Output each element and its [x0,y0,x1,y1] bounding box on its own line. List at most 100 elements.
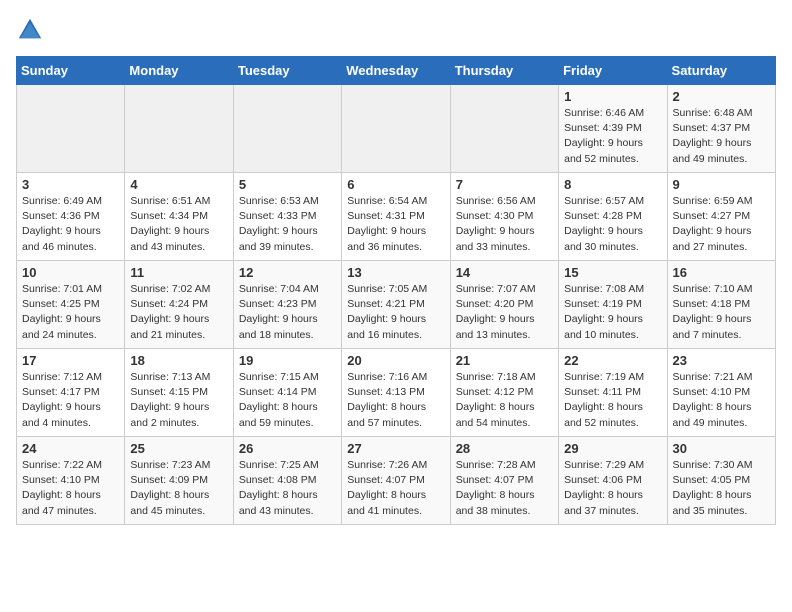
calendar-cell: 6 Sunrise: 6:54 AM Sunset: 4:31 PM Daylig… [342,173,450,261]
header [16,16,776,44]
calendar-cell: 27 Sunrise: 7:26 AM Sunset: 4:07 PM Dayli… [342,437,450,525]
calendar-cell: 5Sunrise: 6:53 AM Sunset: 4:33 PM Daylig… [233,173,341,261]
day-number: 15 [564,265,661,280]
calendar-cell: 18 Sunrise: 7:13 AM Sunset: 4:15 PM Dayli… [125,349,233,437]
calendar-cell [342,85,450,173]
day-info: Sunrise: 7:13 AM Sunset: 4:15 PM Dayligh… [130,370,227,431]
day-number: 30 [673,441,770,456]
day-info: Sunrise: 7:19 AM Sunset: 4:11 PM Dayligh… [564,370,661,431]
calendar-cell: 22 Sunrise: 7:19 AM Sunset: 4:11 PM Dayli… [559,349,667,437]
day-info: Sunrise: 6:59 AM Sunset: 4:27 PM Dayligh… [673,194,770,255]
day-info: Sunrise: 7:18 AM Sunset: 4:12 PM Dayligh… [456,370,553,431]
day-number: 24 [22,441,119,456]
day-number: 20 [347,353,444,368]
calendar-cell: 19Sunrise: 7:15 AM Sunset: 4:14 PM Dayli… [233,349,341,437]
day-number: 9 [673,177,770,192]
calendar-cell: 8 Sunrise: 6:57 AM Sunset: 4:28 PM Daylig… [559,173,667,261]
day-info: Sunrise: 6:46 AM Sunset: 4:39 PM Dayligh… [564,106,661,167]
day-info: Sunrise: 6:57 AM Sunset: 4:28 PM Dayligh… [564,194,661,255]
calendar-cell [17,85,125,173]
logo [16,16,48,44]
calendar-cell: 24 Sunrise: 7:22 AM Sunset: 4:10 PM Dayli… [17,437,125,525]
calendar-cell: 25 Sunrise: 7:23 AM Sunset: 4:09 PM Dayli… [125,437,233,525]
weekday-header-sunday: Sunday [17,57,125,85]
day-number: 14 [456,265,553,280]
day-number: 8 [564,177,661,192]
day-info: Sunrise: 7:08 AM Sunset: 4:19 PM Dayligh… [564,282,661,343]
weekday-header-tuesday: Tuesday [233,57,341,85]
calendar-cell: 26 Sunrise: 7:25 AM Sunset: 4:08 PM Dayli… [233,437,341,525]
calendar-cell: 28 Sunrise: 7:28 AM Sunset: 4:07 PM Dayli… [450,437,558,525]
day-number: 29 [564,441,661,456]
day-info: Sunrise: 7:05 AM Sunset: 4:21 PM Dayligh… [347,282,444,343]
day-info: Sunrise: 7:23 AM Sunset: 4:09 PM Dayligh… [130,458,227,519]
day-info: Sunrise: 6:48 AM Sunset: 4:37 PM Dayligh… [673,106,770,167]
calendar-cell: 13 Sunrise: 7:05 AM Sunset: 4:21 PM Dayli… [342,261,450,349]
day-number: 10 [22,265,119,280]
day-info: Sunrise: 7:28 AM Sunset: 4:07 PM Dayligh… [456,458,553,519]
day-number: 16 [673,265,770,280]
calendar-cell: 15 Sunrise: 7:08 AM Sunset: 4:19 PM Dayli… [559,261,667,349]
day-number: 7 [456,177,553,192]
weekday-header-row: SundayMondayTuesdayWednesdayThursdayFrid… [17,57,776,85]
day-info: Sunrise: 7:22 AM Sunset: 4:10 PM Dayligh… [22,458,119,519]
day-number: 3 [22,177,119,192]
calendar-cell: 16 Sunrise: 7:10 AM Sunset: 4:18 PM Dayli… [667,261,775,349]
week-row-4: 17 Sunrise: 7:12 AM Sunset: 4:17 PM Dayli… [17,349,776,437]
calendar-cell: 17 Sunrise: 7:12 AM Sunset: 4:17 PM Dayli… [17,349,125,437]
day-number: 26 [239,441,336,456]
calendar-cell: 3 Sunrise: 6:49 AM Sunset: 4:36 PM Daylig… [17,173,125,261]
calendar-cell: 11Sunrise: 7:02 AM Sunset: 4:24 PM Dayli… [125,261,233,349]
calendar-cell: 29Sunrise: 7:29 AM Sunset: 4:06 PM Dayli… [559,437,667,525]
calendar-cell: 30 Sunrise: 7:30 AM Sunset: 4:05 PM Dayli… [667,437,775,525]
calendar-cell: 9 Sunrise: 6:59 AM Sunset: 4:27 PM Daylig… [667,173,775,261]
weekday-header-friday: Friday [559,57,667,85]
day-info: Sunrise: 6:54 AM Sunset: 4:31 PM Dayligh… [347,194,444,255]
day-info: Sunrise: 7:10 AM Sunset: 4:18 PM Dayligh… [673,282,770,343]
calendar-cell: 10 Sunrise: 7:01 AM Sunset: 4:25 PM Dayli… [17,261,125,349]
day-number: 28 [456,441,553,456]
calendar-cell: 23Sunrise: 7:21 AM Sunset: 4:10 PM Dayli… [667,349,775,437]
calendar-table: SundayMondayTuesdayWednesdayThursdayFrid… [16,56,776,525]
day-number: 18 [130,353,227,368]
calendar-cell: 21 Sunrise: 7:18 AM Sunset: 4:12 PM Dayli… [450,349,558,437]
day-info: Sunrise: 6:51 AM Sunset: 4:34 PM Dayligh… [130,194,227,255]
day-number: 17 [22,353,119,368]
day-info: Sunrise: 6:49 AM Sunset: 4:36 PM Dayligh… [22,194,119,255]
day-number: 19 [239,353,336,368]
calendar-cell: 2Sunrise: 6:48 AM Sunset: 4:37 PM Daylig… [667,85,775,173]
day-info: Sunrise: 7:21 AM Sunset: 4:10 PM Dayligh… [673,370,770,431]
weekday-header-wednesday: Wednesday [342,57,450,85]
day-number: 27 [347,441,444,456]
week-row-1: 1 Sunrise: 6:46 AM Sunset: 4:39 PM Daylig… [17,85,776,173]
weekday-header-thursday: Thursday [450,57,558,85]
day-number: 12 [239,265,336,280]
day-number: 25 [130,441,227,456]
day-info: Sunrise: 7:30 AM Sunset: 4:05 PM Dayligh… [673,458,770,519]
day-info: Sunrise: 6:53 AM Sunset: 4:33 PM Dayligh… [239,194,336,255]
day-info: Sunrise: 6:56 AM Sunset: 4:30 PM Dayligh… [456,194,553,255]
day-number: 13 [347,265,444,280]
day-number: 6 [347,177,444,192]
week-row-5: 24 Sunrise: 7:22 AM Sunset: 4:10 PM Dayli… [17,437,776,525]
weekday-header-monday: Monday [125,57,233,85]
day-number: 21 [456,353,553,368]
day-info: Sunrise: 7:12 AM Sunset: 4:17 PM Dayligh… [22,370,119,431]
day-info: Sunrise: 7:26 AM Sunset: 4:07 PM Dayligh… [347,458,444,519]
calendar-cell [125,85,233,173]
day-info: Sunrise: 7:07 AM Sunset: 4:20 PM Dayligh… [456,282,553,343]
day-info: Sunrise: 7:01 AM Sunset: 4:25 PM Dayligh… [22,282,119,343]
calendar-cell: 4Sunrise: 6:51 AM Sunset: 4:34 PM Daylig… [125,173,233,261]
week-row-3: 10 Sunrise: 7:01 AM Sunset: 4:25 PM Dayli… [17,261,776,349]
calendar-cell [233,85,341,173]
day-info: Sunrise: 7:02 AM Sunset: 4:24 PM Dayligh… [130,282,227,343]
day-number: 22 [564,353,661,368]
calendar-cell: 14 Sunrise: 7:07 AM Sunset: 4:20 PM Dayli… [450,261,558,349]
day-info: Sunrise: 7:04 AM Sunset: 4:23 PM Dayligh… [239,282,336,343]
day-info: Sunrise: 7:25 AM Sunset: 4:08 PM Dayligh… [239,458,336,519]
calendar-cell: 20Sunrise: 7:16 AM Sunset: 4:13 PM Dayli… [342,349,450,437]
calendar-cell: 12 Sunrise: 7:04 AM Sunset: 4:23 PM Dayli… [233,261,341,349]
weekday-header-saturday: Saturday [667,57,775,85]
week-row-2: 3 Sunrise: 6:49 AM Sunset: 4:36 PM Daylig… [17,173,776,261]
day-number: 1 [564,89,661,104]
